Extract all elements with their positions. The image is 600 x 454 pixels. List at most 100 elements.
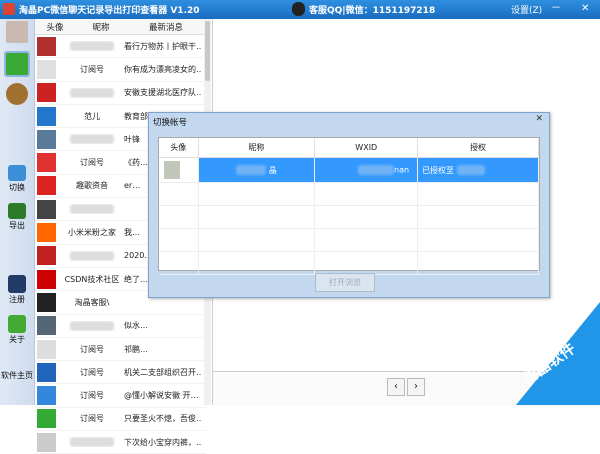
contact-last-message: 下次给小宝穿内裤，… [124, 437, 202, 447]
window-title: 淘晶PC微信聊天记录导出打印查看器 V1.20 [19, 6, 200, 16]
contact-avatar [37, 269, 56, 289]
close-button[interactable]: ✕ [581, 3, 589, 15]
app-icon [3, 3, 15, 15]
contact-nickname [60, 320, 124, 331]
contact-avatar [37, 199, 56, 219]
contact-avatar [37, 153, 56, 173]
scrollbar-thumb[interactable] [205, 21, 210, 81]
sidebar-item-homepage[interactable]: 软件主页 [0, 369, 34, 381]
sidebar-label-register: 注册 [9, 295, 25, 304]
open-browse-button[interactable]: 打开浏览 [315, 273, 375, 292]
register-icon [8, 275, 26, 293]
contact-row[interactable]: 似水… [35, 315, 207, 338]
col-header-nickname: 昵称 [92, 22, 110, 33]
contact-nickname: 范儿 [84, 111, 100, 121]
contact-nickname [60, 87, 124, 98]
sidebar-item-chat[interactable] [2, 51, 32, 77]
account-table-container: 头像 昵称 WXID 授权 晶 nan 已授权至 [158, 137, 540, 275]
col-header-message: 最新消息 [148, 22, 183, 33]
next-page-button[interactable]: › [407, 378, 425, 396]
contact-nickname [60, 250, 124, 261]
contact-nickname: CSDN技术社区 [64, 274, 120, 284]
contact-nickname: 趣歌资音 [76, 181, 108, 191]
account-col-avatar: 头像 [159, 138, 199, 158]
sidebar-item-export[interactable]: 导出 [2, 203, 32, 231]
service-avatar-icon [292, 2, 305, 16]
contact-nickname: 订阅号 [80, 391, 104, 401]
sidebar-label-about: 关于 [9, 335, 25, 344]
account-wxid: nan [394, 165, 410, 175]
contact-last-message: 只要圣火不熄，吾俊… [124, 414, 202, 424]
sidebar-item-contacts[interactable] [2, 83, 32, 105]
contact-avatar [37, 176, 56, 196]
contact-last-message: @懂小解说安徽 开… [124, 391, 199, 401]
contact-nickname [60, 204, 124, 215]
export-icon [8, 203, 26, 219]
about-icon [8, 315, 26, 333]
account-nickname: 晶 [268, 165, 277, 175]
account-col-auth: 授权 [417, 138, 539, 158]
contact-avatar [37, 36, 56, 56]
contact-nickname [60, 437, 124, 448]
title-bar: 淘晶PC微信聊天记录导出打印查看器 V1.20 客服QQ|微信：11511972… [0, 0, 600, 19]
switch-account-dialog: 切换帐号 ✕ 头像 昵称 WXID 授权 晶 nan 已授权至 打开浏览 [148, 112, 550, 298]
contact-row[interactable]: 订阅号 @懂小解说安徽 开… [35, 384, 207, 408]
contact-nickname: 小米米粉之家 [68, 228, 116, 238]
contact-nickname: 订阅号 [80, 158, 104, 168]
contact-nickname: 淘晶客服\ [74, 297, 110, 307]
dialog-title: 切换帐号 [153, 118, 188, 128]
contact-nickname: 订阅号 [80, 367, 104, 377]
contact-avatar [37, 106, 56, 126]
contact-last-message: 你有成为漂亮凌女的… [124, 64, 202, 74]
service-contact: 客服QQ|微信：1151197218 [309, 6, 436, 16]
account-row[interactable]: 晶 nan 已授权至 [159, 157, 539, 183]
contact-row[interactable]: 订阅号 你有成为漂亮凌女的… [35, 58, 207, 82]
contact-last-message: 祁鹏… [124, 344, 148, 354]
contact-avatar [37, 83, 56, 103]
contact-row[interactable]: 订阅号 只要圣火不熄，吾俊… [35, 408, 207, 432]
contact-row[interactable]: 安徽支援湖北医疗队… [35, 82, 207, 105]
contact-last-message: 看行万物苏丨护眼干… [124, 41, 202, 51]
settings-menu[interactable]: 设置(Z) [511, 3, 542, 16]
contact-row[interactable]: 订阅号 机关二支部组织召开… [35, 361, 207, 385]
sidebar-label-export: 导出 [9, 221, 25, 230]
contact-avatar [37, 292, 56, 312]
sidebar-item-avatar[interactable] [2, 21, 32, 43]
contact-nickname: 订阅号 [80, 414, 104, 424]
contact-row[interactable]: 看行万物苏丨护眼干… [35, 35, 207, 59]
contact-avatar [37, 316, 56, 336]
account-avatar [164, 161, 180, 179]
sidebar-label-switch: 切换 [9, 183, 25, 192]
contact-last-message: 机关二支部组织召开… [124, 367, 202, 377]
dialog-close-button[interactable]: ✕ [535, 114, 543, 124]
contact-nickname [60, 41, 124, 52]
sidebar-item-register[interactable]: 注册 [2, 275, 32, 305]
account-auth: 已授权至 [422, 165, 455, 175]
contact-nickname: 订阅号 [80, 344, 104, 354]
prev-page-button[interactable]: ‹ [387, 378, 405, 396]
contact-row[interactable]: 订阅号 祁鹏… [35, 338, 207, 362]
contact-row[interactable]: 下次给小宝穿内裤，… [35, 431, 207, 454]
user-avatar [6, 21, 28, 43]
contact-avatar [37, 59, 56, 79]
sidebar: 切换 导出 注册 关于 软件主页 [0, 19, 35, 405]
minimize-button[interactable]: － [551, 3, 561, 15]
sidebar-item-switch[interactable]: 切换 [2, 165, 32, 193]
contact-avatar [37, 432, 56, 452]
contact-avatar [37, 223, 56, 243]
sidebar-label-homepage: 软件主页 [1, 371, 33, 380]
contacts-icon [6, 83, 28, 105]
account-table: 头像 昵称 WXID 授权 晶 nan 已授权至 [159, 138, 539, 275]
contact-last-message: 似水… [124, 321, 148, 331]
contact-avatar [37, 362, 56, 382]
account-col-wxid: WXID [314, 138, 419, 158]
contact-avatar [37, 246, 56, 266]
contact-list-header: 头像 昵称 最新消息 [35, 19, 207, 35]
switch-icon [8, 165, 26, 181]
contact-avatar [37, 129, 56, 149]
account-col-nickname: 昵称 [198, 138, 316, 158]
sidebar-item-about[interactable]: 关于 [2, 315, 32, 345]
contact-nickname [60, 134, 124, 145]
chat-icon [4, 51, 30, 77]
contact-last-message: 安徽支援湖北医疗队… [124, 88, 202, 98]
